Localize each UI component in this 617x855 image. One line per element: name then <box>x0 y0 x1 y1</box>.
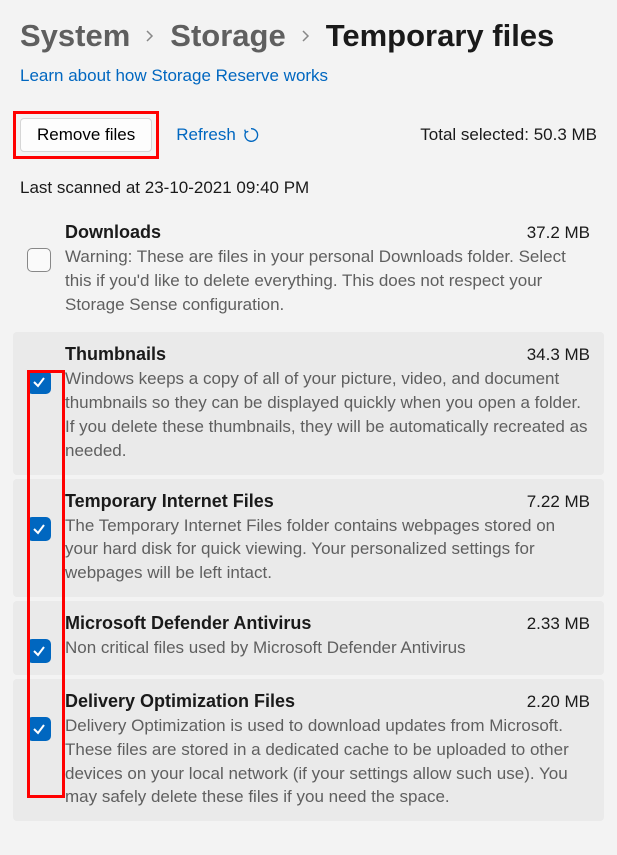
refresh-icon <box>242 126 260 144</box>
list-item[interactable]: Downloads 37.2 MB Warning: These are fil… <box>13 210 604 328</box>
item-title: Thumbnails <box>65 344 166 365</box>
highlight-remove-button: Remove files <box>13 111 159 159</box>
item-size: 2.20 MB <box>527 692 590 712</box>
check-icon <box>32 722 46 736</box>
checkbox[interactable] <box>27 517 51 541</box>
item-size: 34.3 MB <box>527 345 590 365</box>
remove-files-button[interactable]: Remove files <box>20 118 152 152</box>
items-list: Downloads 37.2 MB Warning: These are fil… <box>13 210 604 821</box>
list-item[interactable]: Thumbnails 34.3 MB Windows keeps a copy … <box>13 332 604 474</box>
check-icon <box>32 522 46 536</box>
checkbox[interactable] <box>27 370 51 394</box>
item-description: Delivery Optimization is used to downloa… <box>65 714 590 809</box>
item-size: 2.33 MB <box>527 614 590 634</box>
list-item[interactable]: Delivery Optimization Files 2.20 MB Deli… <box>13 679 604 821</box>
item-description: The Temporary Internet Files folder cont… <box>65 514 590 585</box>
item-description: Windows keeps a copy of all of your pict… <box>65 367 590 462</box>
chevron-right-icon <box>300 26 312 47</box>
learn-link[interactable]: Learn about how Storage Reserve works <box>20 66 328 86</box>
breadcrumb-system[interactable]: System <box>20 18 130 54</box>
item-title: Downloads <box>65 222 161 243</box>
chevron-right-icon <box>144 26 156 47</box>
item-title: Temporary Internet Files <box>65 491 274 512</box>
breadcrumb: System Storage Temporary files <box>20 18 597 54</box>
checkbox[interactable] <box>27 248 51 272</box>
breadcrumb-current: Temporary files <box>326 18 555 54</box>
item-description: Non critical files used by Microsoft Def… <box>65 636 590 660</box>
item-size: 7.22 MB <box>527 492 590 512</box>
list-item[interactable]: Temporary Internet Files 7.22 MB The Tem… <box>13 479 604 597</box>
check-icon <box>32 644 46 658</box>
last-scanned: Last scanned at 23-10-2021 09:40 PM <box>20 178 597 198</box>
item-size: 37.2 MB <box>527 223 590 243</box>
breadcrumb-storage[interactable]: Storage <box>170 18 285 54</box>
refresh-label: Refresh <box>176 125 236 145</box>
checkbox[interactable] <box>27 717 51 741</box>
check-icon <box>32 375 46 389</box>
item-title: Microsoft Defender Antivirus <box>65 613 311 634</box>
item-title: Delivery Optimization Files <box>65 691 295 712</box>
total-selected: Total selected: 50.3 MB <box>420 125 597 145</box>
list-item[interactable]: Microsoft Defender Antivirus 2.33 MB Non… <box>13 601 604 675</box>
item-description: Warning: These are files in your persona… <box>65 245 590 316</box>
checkbox[interactable] <box>27 639 51 663</box>
refresh-button[interactable]: Refresh <box>176 125 260 145</box>
